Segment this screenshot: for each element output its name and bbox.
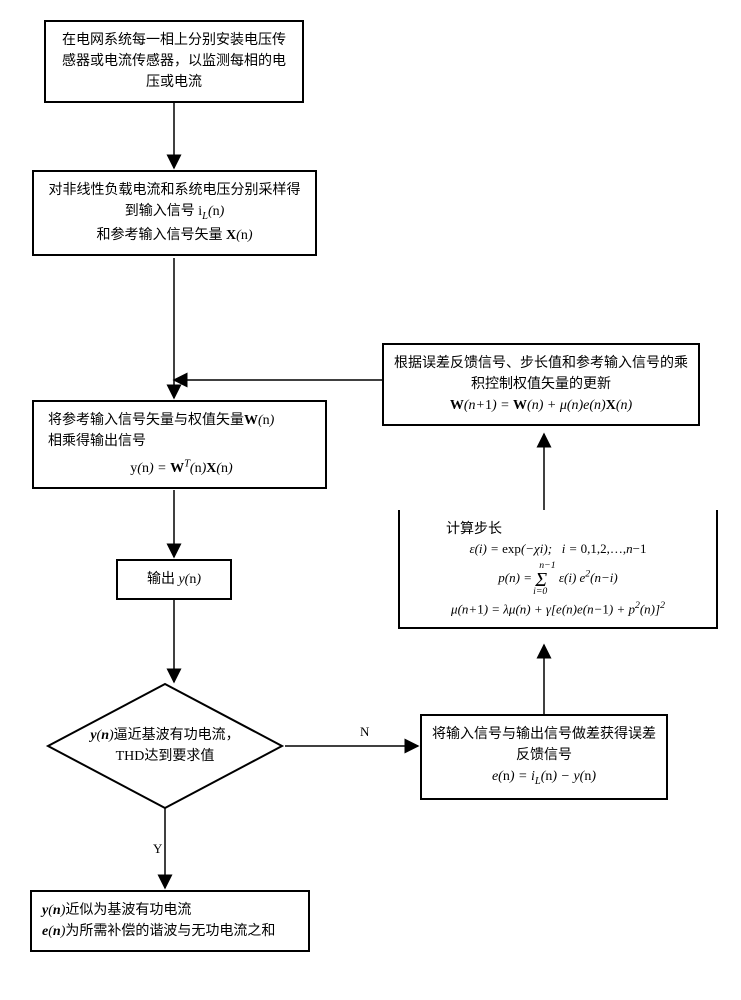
step-multiply-weights: 将参考输入信号矢量与权值矢量W(n) 相乘得输出信号 y(n) = WT(n)X… [32,400,327,489]
flow-arrows [0,0,741,1000]
step2-line2: 和参考输入信号矢量 [97,228,223,243]
err-formula: e(n) = iL(n) − y(n) [492,769,596,784]
stepsize-f1: ε(i) = exp(−χi); i = 0,1,2,…,n−1 [406,541,710,557]
err-line1: 将输入信号与输出信号做差获得误差反馈信号 [432,727,656,763]
stepsize-title: 计算步长 [406,518,710,538]
diamond-line1b: 逼近基波有功电流， [114,728,240,743]
edge-label-yes: Y [153,841,162,857]
step-error-feedback: 将输入信号与输出信号做差获得误差反馈信号 e(n) = iL(n) − y(n) [420,714,668,800]
upd-line1: 根据误差反馈信号、步长值和参考输入信号的乘积控制权值矢量的更新 [394,356,688,392]
step-sample-signals: 对非线性负载电流和系统电压分别采样得到输入信号 iL(n) 和参考输入信号矢量 … [32,170,317,256]
r-evar: e(n) [42,924,65,939]
step-install-sensors: 在电网系统每一相上分别安装电压传感器或电流传感器，以监测每相的电压或电流 [44,20,304,103]
upd-formula: W(n+1) = W(n) + μ(n)e(n)X(n) [450,398,632,413]
step2-sig2: X(n) [226,228,252,243]
step2-line1: 对非线性负载电流和系统电压分别采样得到输入信号 [49,183,301,219]
stepsize-f2: p(n) = Σi=0n−1 ε(i) e2(n−i) [406,560,710,597]
diamond-var: y(n) [90,728,113,743]
step4-var: y(n) [178,572,201,587]
r-line1b: 近似为基波有功电流 [65,903,191,918]
r-line2b: 为所需补偿的谐波与无功电流之和 [65,924,275,939]
step4-text: 输出 [147,572,175,587]
step-output-y: 输出 y(n) [116,559,232,600]
step-update-weights: 根据误差反馈信号、步长值和参考输入信号的乘积控制权值矢量的更新 W(n+1) =… [382,343,700,426]
r-yvar: y(n) [42,903,65,918]
decision-thd: y(n)逼近基波有功电流， THD达到要求值 [45,681,285,811]
edge-label-no: N [360,724,369,740]
step1-text: 在电网系统每一相上分别安装电压传感器或电流传感器，以监测每相的电压或电流 [62,33,286,90]
step3-line1a: 将参考输入信号矢量与权值矢量 [48,413,244,428]
step2-sig1: iL(n) [198,204,224,219]
step3-formula: y(n) = WT(n)X(n) [130,461,232,476]
diamond-line2: THD达到要求值 [116,746,215,767]
stepsize-f3: μ(n+1) = λμ(n) + γ[e(n)e(n−1) + p2(n)]2 [406,600,710,617]
step3-wvar: W(n) [244,413,274,428]
step-result: y(n)近似为基波有功电流 e(n)为所需补偿的谐波与无功电流之和 [30,890,310,952]
step-compute-stepsize: 计算步长 ε(i) = exp(−χi); i = 0,1,2,…,n−1 p(… [398,510,718,629]
step3-line2: 相乘得输出信号 [48,434,146,449]
